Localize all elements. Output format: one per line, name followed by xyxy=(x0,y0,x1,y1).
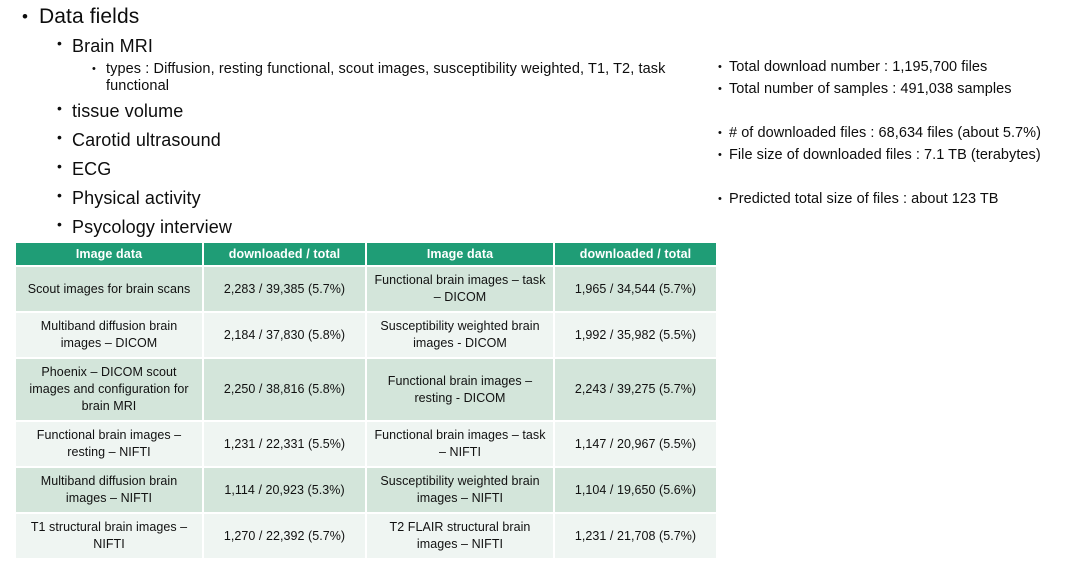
statistic-line: • File size of downloaded files : 7.1 TB … xyxy=(718,144,1070,166)
column-header-downloaded-total-right: downloaded / total xyxy=(555,243,716,265)
statistic-label: Total download number : 1,195,700 files xyxy=(729,59,988,75)
table-row: Scout images for brain scans 2,283 / 39,3… xyxy=(16,267,716,311)
cell-downloaded-total-left: 2,184 / 37,830 (5.8%) xyxy=(204,313,365,357)
outline-item-level-2: • tissue volume xyxy=(57,97,712,125)
cell-image-data-right: Functional brain images – resting - DICO… xyxy=(367,359,553,420)
table-row: Functional brain images – resting – NIFT… xyxy=(16,422,716,466)
cell-image-data-left: Functional brain images – resting – NIFT… xyxy=(16,422,202,466)
cell-downloaded-total-right: 1,965 / 34,544 (5.7%) xyxy=(555,267,716,311)
cell-image-data-left: Multiband diffusion brain images – NIFTI xyxy=(16,468,202,512)
table-body: Scout images for brain scans 2,283 / 39,3… xyxy=(16,267,716,558)
table-row: Multiband diffusion brain images – NIFTI… xyxy=(16,468,716,512)
outline-item-level-2: • Psycology interview xyxy=(57,213,712,241)
cell-downloaded-total-left: 1,270 / 22,392 (5.7%) xyxy=(204,514,365,558)
outline-item-level-1: • Data fields xyxy=(22,4,712,30)
cell-downloaded-total-right: 1,231 / 21,708 (5.7%) xyxy=(555,514,716,558)
statistic-line: • Predicted total size of files : about 1… xyxy=(718,188,1070,210)
download-statistics-list: • Total download number : 1,195,700 files… xyxy=(718,56,1070,210)
statistic-label: # of downloaded files : 68,634 files (ab… xyxy=(729,125,1041,141)
bullet-icon: • xyxy=(718,193,722,205)
outline-item-level-2: • Carotid ultrasound xyxy=(57,126,712,154)
bullet-icon: • xyxy=(22,7,28,26)
outline-item-label: Data fields xyxy=(39,5,140,28)
cell-downloaded-total-left: 1,231 / 22,331 (5.5%) xyxy=(204,422,365,466)
bullet-icon: • xyxy=(57,158,62,174)
statistic-line: • Total number of samples : 491,038 sampl… xyxy=(718,78,1070,100)
cell-image-data-left: Scout images for brain scans xyxy=(16,267,202,311)
column-header-downloaded-total-left: downloaded / total xyxy=(204,243,365,265)
cell-image-data-right: Functional brain images – task – DICOM xyxy=(367,267,553,311)
cell-image-data-right: Susceptibility weighted brain images - D… xyxy=(367,313,553,357)
outline-item-label: types : Diffusion, resting functional, s… xyxy=(106,61,666,94)
cell-image-data-left: T1 structural brain images – NIFTI xyxy=(16,514,202,558)
table-row: Multiband diffusion brain images – DICOM… xyxy=(16,313,716,357)
bullet-icon: • xyxy=(718,127,722,139)
outline-item-label: Psycology interview xyxy=(72,217,232,237)
outline-item-label: Physical activity xyxy=(72,188,201,208)
table-row: T1 structural brain images – NIFTI 1,270 … xyxy=(16,514,716,558)
statistic-label: Predicted total size of files : about 12… xyxy=(729,191,999,207)
bullet-icon: • xyxy=(57,216,62,232)
outline-item-label: tissue volume xyxy=(72,101,184,121)
outline-item-label: Brain MRI xyxy=(72,36,153,56)
column-header-image-data-right: Image data xyxy=(367,243,553,265)
statistic-line: • # of downloaded files : 68,634 files (a… xyxy=(718,122,1070,144)
statistic-label: Total number of samples : 491,038 sample… xyxy=(729,81,1012,97)
cell-image-data-right: Susceptibility weighted brain images – N… xyxy=(367,468,553,512)
bullet-icon: • xyxy=(57,129,62,145)
cell-image-data-right: Functional brain images – task – NIFTI xyxy=(367,422,553,466)
outline-item-level-2: • Brain MRI xyxy=(57,32,712,60)
outline-item-level-2: • ECG xyxy=(57,155,712,183)
table-row: Phoenix – DICOM scout images and configu… xyxy=(16,359,716,420)
outline-item-level-2: • Physical activity xyxy=(57,184,712,212)
statistic-spacer xyxy=(718,166,1070,188)
cell-image-data-left: Phoenix – DICOM scout images and configu… xyxy=(16,359,202,420)
bullet-icon: • xyxy=(57,35,62,51)
outline-item-label: ECG xyxy=(72,159,112,179)
bullet-icon: • xyxy=(718,83,722,95)
cell-image-data-left: Multiband diffusion brain images – DICOM xyxy=(16,313,202,357)
bullet-icon: • xyxy=(57,187,62,203)
cell-downloaded-total-left: 2,283 / 39,385 (5.7%) xyxy=(204,267,365,311)
column-header-image-data-left: Image data xyxy=(16,243,202,265)
cell-downloaded-total-right: 1,104 / 19,650 (5.6%) xyxy=(555,468,716,512)
bullet-icon: • xyxy=(718,61,722,73)
data-fields-outline: • Data fields • Brain MRI • types : Diffusion… xyxy=(22,4,712,242)
cell-downloaded-total-right: 1,147 / 20,967 (5.5%) xyxy=(555,422,716,466)
cell-image-data-right: T2 FLAIR structural brain images – NIFTI xyxy=(367,514,553,558)
statistic-label: File size of downloaded files : 7.1 TB (… xyxy=(729,147,1041,163)
image-data-table: Image data downloaded / total Image data… xyxy=(14,241,718,560)
cell-downloaded-total-left: 2,250 / 38,816 (5.8%) xyxy=(204,359,365,420)
table-header-row: Image data downloaded / total Image data… xyxy=(16,243,716,265)
table-header: Image data downloaded / total Image data… xyxy=(16,243,716,265)
bullet-icon: • xyxy=(57,100,62,116)
cell-downloaded-total-right: 2,243 / 39,275 (5.7%) xyxy=(555,359,716,420)
statistic-spacer xyxy=(718,100,1070,122)
outline-item-label: Carotid ultrasound xyxy=(72,130,221,150)
outline-item-level-3: • types : Diffusion, resting functional, … xyxy=(92,61,712,95)
bullet-icon: • xyxy=(718,149,722,161)
bullet-icon: • xyxy=(92,63,96,75)
statistic-line: • Total download number : 1,195,700 files xyxy=(718,56,1070,78)
cell-downloaded-total-right: 1,992 / 35,982 (5.5%) xyxy=(555,313,716,357)
cell-downloaded-total-left: 1,114 / 20,923 (5.3%) xyxy=(204,468,365,512)
